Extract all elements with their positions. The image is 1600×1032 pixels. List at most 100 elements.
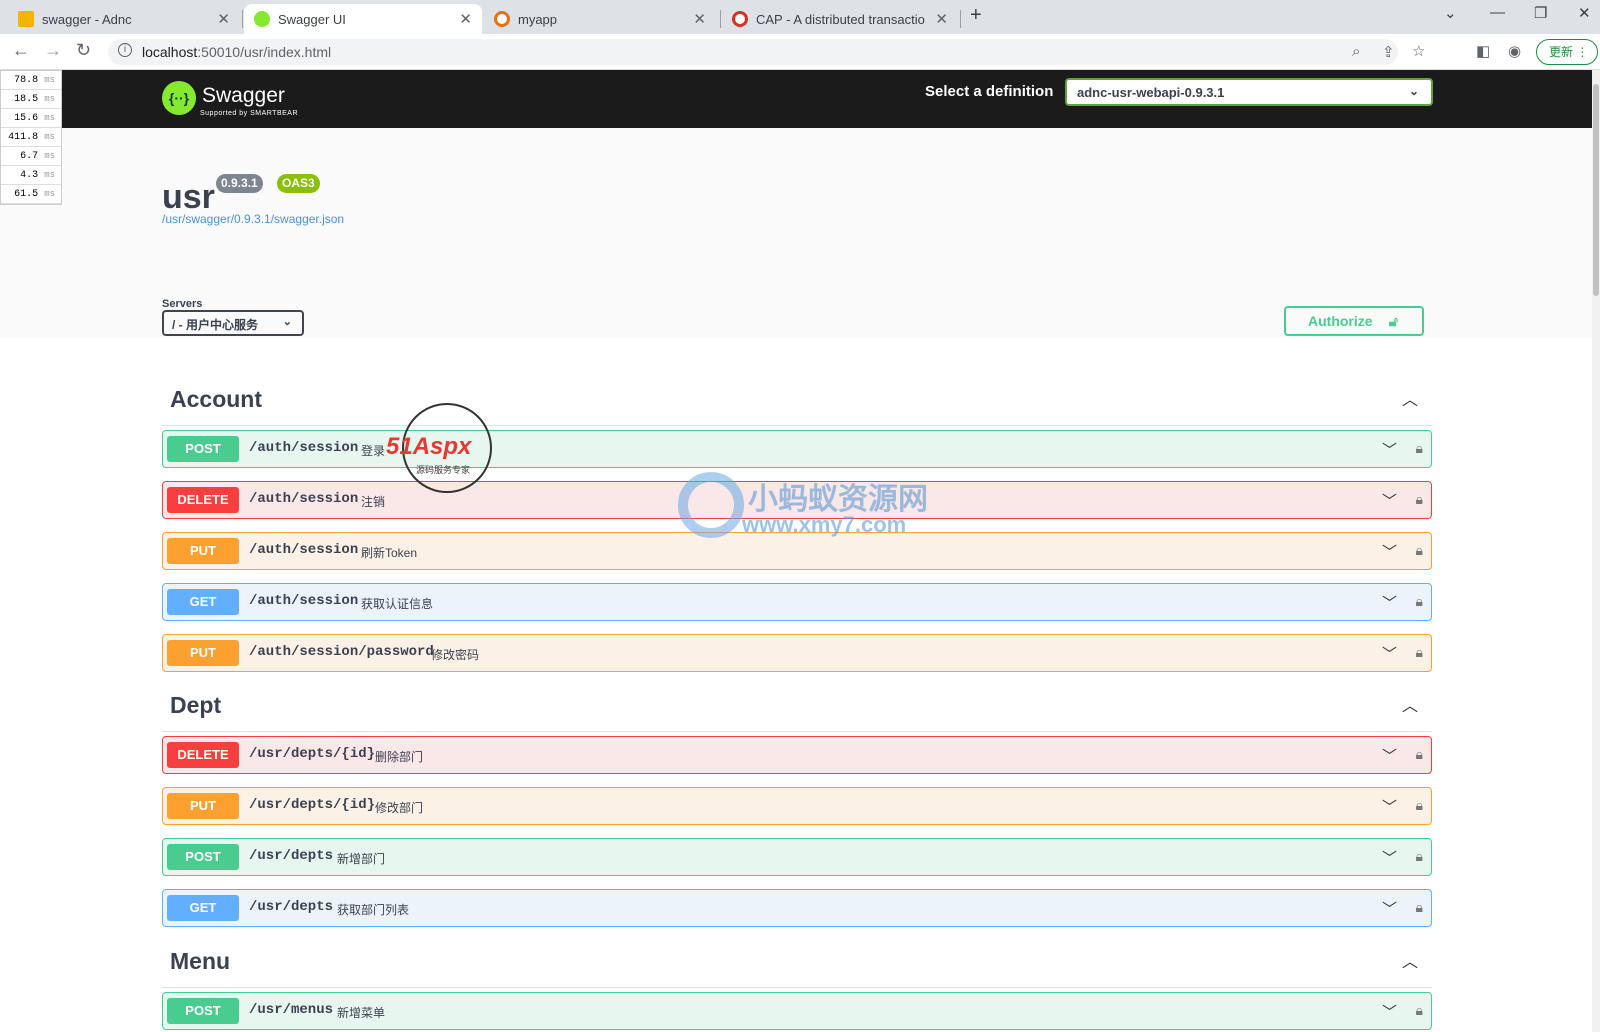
authorize-button[interactable]: Authorize 🔓︎	[1284, 306, 1424, 336]
op-path: /auth/session/password	[249, 644, 434, 660]
chevron-down-icon[interactable]: ﹀	[1382, 898, 1397, 919]
op-put-usr-depts-id[interactable]: PUT /usr/depts/{id} 修改部门 ﹀ 🔒︎	[162, 787, 1432, 825]
server-select[interactable]: / - 用户中心服务 ⌄	[162, 310, 304, 336]
chevron-up-icon[interactable]: ︿	[1402, 948, 1418, 972]
op-post-auth-session[interactable]: POST /auth/session 登录 ﹀ 🔒︎	[162, 430, 1432, 468]
window-close-icon[interactable]: ✕	[1578, 4, 1591, 22]
share-icon[interactable]: ⇪	[1382, 43, 1395, 61]
timing-value: 6.7	[20, 151, 39, 162]
star-icon[interactable]: ☆	[1412, 42, 1425, 60]
op-path: /auth/session	[249, 542, 359, 558]
definition-value: adnc-usr-webapi-0.9.3.1	[1077, 85, 1225, 100]
zoom-icon[interactable]: ⌕	[1352, 43, 1360, 60]
close-icon[interactable]: ✕	[935, 10, 948, 28]
op-delete-usr-depts-id[interactable]: DELETE /usr/depts/{id} 删除部门 ﹀ 🔒︎	[162, 736, 1432, 774]
timing-value: 4.3	[20, 170, 39, 181]
method-badge: PUT	[167, 793, 239, 819]
forward-arrow-icon[interactable]: →	[44, 40, 62, 61]
op-put-auth-session-password[interactable]: PUT /auth/session/password 修改密码 ﹀ 🔒︎	[162, 634, 1432, 672]
tag-name: Dept	[170, 692, 222, 718]
lock-icon[interactable]: 🔒︎	[1416, 797, 1423, 814]
servers-label: Servers	[162, 298, 203, 310]
method-badge: GET	[167, 589, 239, 615]
tag-account[interactable]: Account ︿	[162, 372, 1432, 426]
profiler-panel[interactable]: 78.8 ms 18.5 ms 15.6 ms 411.8 ms 6.7 ms …	[0, 70, 62, 205]
chevron-down-icon[interactable]: ﹀	[1382, 1001, 1397, 1022]
lock-icon[interactable]: 🔒︎	[1416, 542, 1423, 559]
new-tab-icon[interactable]: +	[970, 4, 982, 27]
op-summary: 获取部门列表	[337, 903, 410, 917]
profiler-row[interactable]: 6.7 ms	[1, 147, 61, 166]
scrollbar-thumb[interactable]	[1593, 84, 1599, 296]
chevron-down-icon[interactable]: ﹀	[1382, 847, 1397, 868]
version-badge: 0.9.3.1	[216, 174, 263, 193]
lock-icon: 🔓︎	[1388, 313, 1398, 329]
url-text[interactable]: localhost:50010/usr/index.html	[142, 44, 331, 60]
lock-icon[interactable]: 🔒︎	[1416, 491, 1423, 508]
chevron-down-icon[interactable]: ﹀	[1382, 745, 1397, 766]
op-path: /usr/depts	[249, 848, 334, 864]
scrollbar[interactable]	[1592, 70, 1600, 1032]
sidepanel-icon[interactable]: ◧	[1476, 42, 1490, 60]
tag-dept[interactable]: Dept ︿	[162, 678, 1432, 732]
server-value: / - 用户中心服务	[172, 318, 258, 332]
close-icon[interactable]: ✕	[217, 10, 230, 28]
profiler-row[interactable]: 411.8 ms	[1, 128, 61, 147]
chevron-down-icon[interactable]: ﹀	[1382, 490, 1397, 511]
tab-myapp[interactable]: myapp ✕	[484, 4, 716, 34]
lock-icon[interactable]: 🔒︎	[1416, 848, 1423, 865]
oas-badge: OAS3	[277, 174, 320, 193]
chevron-up-icon[interactable]: ︿	[1402, 386, 1418, 410]
watermark-51aspx-sub: 源码服务专家	[416, 465, 471, 475]
tab-cap[interactable]: CAP - A distributed transactio ✕	[722, 4, 958, 34]
op-summary: 新增部门	[337, 852, 386, 866]
address-bar[interactable]: i localhost:50010/usr/index.html ⌕ ⇪ ☆	[108, 39, 1425, 65]
lock-icon[interactable]: 🔒︎	[1416, 899, 1423, 916]
chevron-up-icon[interactable]: ︿	[1402, 692, 1418, 716]
tab-swagger-adnc[interactable]: swagger - Adnc ✕	[8, 4, 240, 34]
method-badge: POST	[167, 436, 239, 462]
lock-icon[interactable]: 🔒︎	[1416, 746, 1423, 763]
update-button[interactable]: 更新 ⋮	[1536, 39, 1598, 65]
lock-icon[interactable]: 🔒︎	[1416, 644, 1423, 661]
swagger-brand[interactable]: Swagger	[202, 84, 285, 108]
lock-icon[interactable]: 🔒︎	[1416, 440, 1423, 457]
profiler-row[interactable]: 18.5 ms	[1, 90, 61, 109]
profiler-row[interactable]: 15.6 ms	[1, 109, 61, 128]
lock-icon[interactable]: 🔒︎	[1416, 593, 1423, 610]
chevron-down-icon[interactable]: ﹀	[1382, 592, 1397, 613]
close-icon[interactable]: ✕	[459, 10, 472, 28]
restore-icon[interactable]: ❐	[1534, 4, 1547, 22]
reload-icon[interactable]: ↻	[76, 40, 91, 61]
chevron-down-icon[interactable]: ﹀	[1382, 643, 1397, 664]
op-get-auth-session[interactable]: GET /auth/session 获取认证信息 ﹀ 🔒︎	[162, 583, 1432, 621]
op-post-usr-depts[interactable]: POST /usr/depts 新增部门 ﹀ 🔒︎	[162, 838, 1432, 876]
definition-label: Select a definition	[925, 83, 1054, 100]
info-icon[interactable]: i	[118, 43, 132, 57]
profiler-row[interactable]: 61.5 ms	[1, 185, 61, 204]
definition-select[interactable]: adnc-usr-webapi-0.9.3.1 ⌄	[1065, 78, 1433, 106]
tab-swagger-ui[interactable]: Swagger UI ✕	[244, 4, 482, 34]
tab-search-chevron-icon[interactable]: ⌄	[1444, 4, 1457, 22]
chevron-down-icon[interactable]: ﹀	[1382, 541, 1397, 562]
chevron-down-icon[interactable]: ﹀	[1382, 796, 1397, 817]
spec-url-link[interactable]: /usr/swagger/0.9.3.1/swagger.json	[162, 212, 344, 226]
update-label: 更新	[1549, 45, 1574, 59]
minimize-icon[interactable]: —	[1490, 4, 1505, 21]
profile-icon[interactable]: ◉	[1508, 42, 1521, 60]
swagger-logo-icon[interactable]: {··}	[162, 81, 196, 115]
method-badge: GET	[167, 895, 239, 921]
op-summary: 新增菜单	[337, 1006, 386, 1020]
profiler-row[interactable]: 78.8 ms	[1, 71, 61, 90]
close-icon[interactable]: ✕	[693, 10, 706, 28]
profiler-row[interactable]: 4.3 ms	[1, 166, 61, 185]
lock-icon[interactable]: 🔒︎	[1416, 1002, 1423, 1019]
page-viewport: 78.8 ms 18.5 ms 15.6 ms 411.8 ms 6.7 ms …	[0, 70, 1600, 1032]
op-get-usr-depts[interactable]: GET /usr/depts 获取部门列表 ﹀ 🔒︎	[162, 889, 1432, 927]
op-path: /usr/menus	[249, 1002, 334, 1018]
tab-label: Swagger UI	[278, 11, 346, 27]
tag-menu[interactable]: Menu ︿	[162, 934, 1432, 988]
chevron-down-icon[interactable]: ﹀	[1382, 439, 1397, 460]
back-arrow-icon[interactable]: ←	[12, 40, 30, 61]
op-post-usr-menus[interactable]: POST /usr/menus 新增菜单 ﹀ 🔒︎	[162, 992, 1432, 1030]
